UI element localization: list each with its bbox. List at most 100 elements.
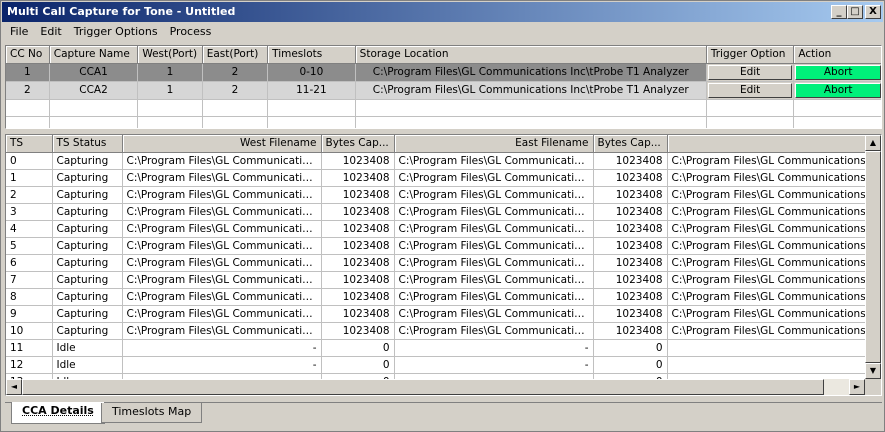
cell: C:\Program Files\GL Communications... xyxy=(667,186,881,204)
abort-button[interactable]: Abort xyxy=(795,64,881,80)
cell: C:\Program Files\GL Communications... xyxy=(122,254,322,272)
column-header[interactable]: Capture Name xyxy=(49,46,139,64)
empty-cell xyxy=(355,99,707,117)
cell: 0 xyxy=(593,356,668,374)
cell: Abort xyxy=(793,63,881,82)
table-row[interactable]: 10 Capturing C:\Program Files\GL Communica… xyxy=(6,322,881,340)
cell: Capturing xyxy=(52,322,123,340)
scroll-left-icon[interactable]: ◄ xyxy=(6,379,22,395)
column-header[interactable]: Bytes Cap... xyxy=(321,135,395,153)
empty-cell xyxy=(137,99,203,117)
column-header[interactable]: Action xyxy=(793,46,881,64)
scroll-up-icon[interactable]: ▲ xyxy=(865,135,881,151)
menu-edit[interactable]: Edit xyxy=(34,23,67,41)
window-title: Multi Call Capture for Tone - Untitled xyxy=(7,5,236,18)
table-row[interactable]: 5 Capturing C:\Program Files\GL Communicat… xyxy=(6,237,881,255)
table-row[interactable]: 9 Capturing C:\Program Files\GL Communicat… xyxy=(6,305,881,323)
cell: 2 xyxy=(6,81,50,100)
table-row[interactable]: 8 Capturing C:\Program Files\GL Communicat… xyxy=(6,288,881,306)
edit-trigger-button[interactable]: Edit xyxy=(707,82,793,98)
horizontal-scroll-thumb[interactable] xyxy=(22,379,824,395)
cell: 1023408 xyxy=(321,169,395,187)
horizontal-scrollbar[interactable]: ◄ ► xyxy=(6,379,865,395)
column-header[interactable]: West(Port) xyxy=(137,46,203,64)
cell: Capturing xyxy=(52,288,123,306)
empty-cell xyxy=(793,116,881,128)
column-header[interactable]: CC No xyxy=(6,46,50,64)
cell: - xyxy=(122,339,322,357)
cell: C:\Program Files\GL Communications... xyxy=(394,186,594,204)
maximize-button[interactable]: □ xyxy=(847,5,863,19)
cell: Idle xyxy=(52,356,123,374)
table-row[interactable]: 4 Capturing C:\Program Files\GL Communicat… xyxy=(6,220,881,238)
cell: C:\Program Files\GL Communications... xyxy=(394,288,594,306)
cell: C:\Program Files\GL Communications... xyxy=(394,254,594,272)
cell: CCA1 xyxy=(49,63,139,82)
empty-cell xyxy=(706,99,795,117)
cell: 1 xyxy=(137,81,203,100)
cell: 1023408 xyxy=(593,220,668,238)
table-row[interactable]: 0 Capturing C:\Program Files\GL Communicat… xyxy=(6,152,881,170)
scroll-right-icon[interactable]: ► xyxy=(849,379,865,395)
vertical-scrollbar[interactable]: ▲ ▼ xyxy=(865,135,881,379)
cell: 0-10 xyxy=(267,63,356,82)
table-row[interactable]: 1 Capturing C:\Program Files\GL Communicat… xyxy=(6,169,881,187)
table-row[interactable]: 6 Capturing C:\Program Files\GL Communicat… xyxy=(6,254,881,272)
empty-cell xyxy=(355,116,707,128)
cell: CCA2 xyxy=(49,81,139,100)
column-header[interactable]: East Filename xyxy=(394,135,594,153)
menu-file[interactable]: File xyxy=(4,23,34,41)
empty-cell xyxy=(793,99,881,117)
cell: - xyxy=(667,356,881,374)
table-row[interactable]: 2 Capturing C:\Program Files\GL Communicat… xyxy=(6,186,881,204)
tab-strip: CCA Details Timeslots Map xyxy=(5,402,882,428)
vertical-scroll-thumb[interactable] xyxy=(865,151,881,363)
cell: 1 xyxy=(6,63,50,82)
tab-timeslots-map[interactable]: Timeslots Map xyxy=(101,403,203,423)
cell: 1023408 xyxy=(321,220,395,238)
column-header[interactable]: Trigger Option xyxy=(706,46,795,64)
close-button[interactable]: X xyxy=(865,5,881,19)
cell: - xyxy=(394,339,594,357)
abort-button[interactable]: Abort xyxy=(795,82,881,98)
cell: 1023408 xyxy=(593,288,668,306)
cell: Capturing xyxy=(52,203,123,221)
column-header[interactable]: Signaling Fil xyxy=(667,135,881,153)
empty-cell xyxy=(267,99,356,117)
empty-cell xyxy=(137,116,203,128)
scroll-down-icon[interactable]: ▼ xyxy=(865,363,881,379)
tab-cca-details[interactable]: CCA Details xyxy=(11,402,105,424)
table-row[interactable]: 7 Capturing C:\Program Files\GL Communicat… xyxy=(6,271,881,289)
table-row[interactable]: 11Idle-0-0- xyxy=(6,339,881,357)
minimize-button[interactable]: _ xyxy=(831,5,847,19)
menu-trigger-options[interactable]: Trigger Options xyxy=(68,23,164,41)
cell: 9 xyxy=(6,305,53,323)
table-row[interactable]: 1 CCA1 1 2 0-10 C:\Program Files\GL Communica… xyxy=(6,63,881,82)
cell: 11-21 xyxy=(267,81,356,100)
cell: 1023408 xyxy=(321,271,395,289)
empty-cell xyxy=(49,99,139,117)
cell: C:\Program Files\GL Communications... xyxy=(667,271,881,289)
column-header[interactable]: East(Port) xyxy=(202,46,269,64)
column-header[interactable]: Bytes Cap... xyxy=(593,135,668,153)
column-header[interactable]: TS xyxy=(6,135,53,153)
menu-process[interactable]: Process xyxy=(164,23,218,41)
edit-trigger-button[interactable]: Edit xyxy=(707,64,793,80)
cell: C:\Program Files\GL Communications... xyxy=(122,271,322,289)
empty-cell xyxy=(202,99,269,117)
column-header[interactable]: Storage Location xyxy=(355,46,707,64)
table-row[interactable]: 12Idle-0-0- xyxy=(6,356,881,374)
cell: 1023408 xyxy=(593,203,668,221)
table-row[interactable]: 3 Capturing C:\Program Files\GL Communicat… xyxy=(6,203,881,221)
cell: Edit xyxy=(706,63,795,82)
cell: Capturing xyxy=(52,169,123,187)
column-header[interactable]: Timeslots xyxy=(267,46,356,64)
cell: 7 xyxy=(6,271,53,289)
table-row[interactable]: 2 CCA2 1 2 11-21 C:\Program Files\GL Communic… xyxy=(6,81,881,100)
cell: 1023408 xyxy=(593,152,668,170)
column-header[interactable]: TS Status xyxy=(52,135,123,153)
cell: C:\Program Files\GL Communications... xyxy=(667,152,881,170)
timeslot-table: TS TS Status West Filename Bytes Cap... East… xyxy=(5,134,882,396)
cell: 1023408 xyxy=(321,237,395,255)
column-header[interactable]: West Filename xyxy=(122,135,322,153)
